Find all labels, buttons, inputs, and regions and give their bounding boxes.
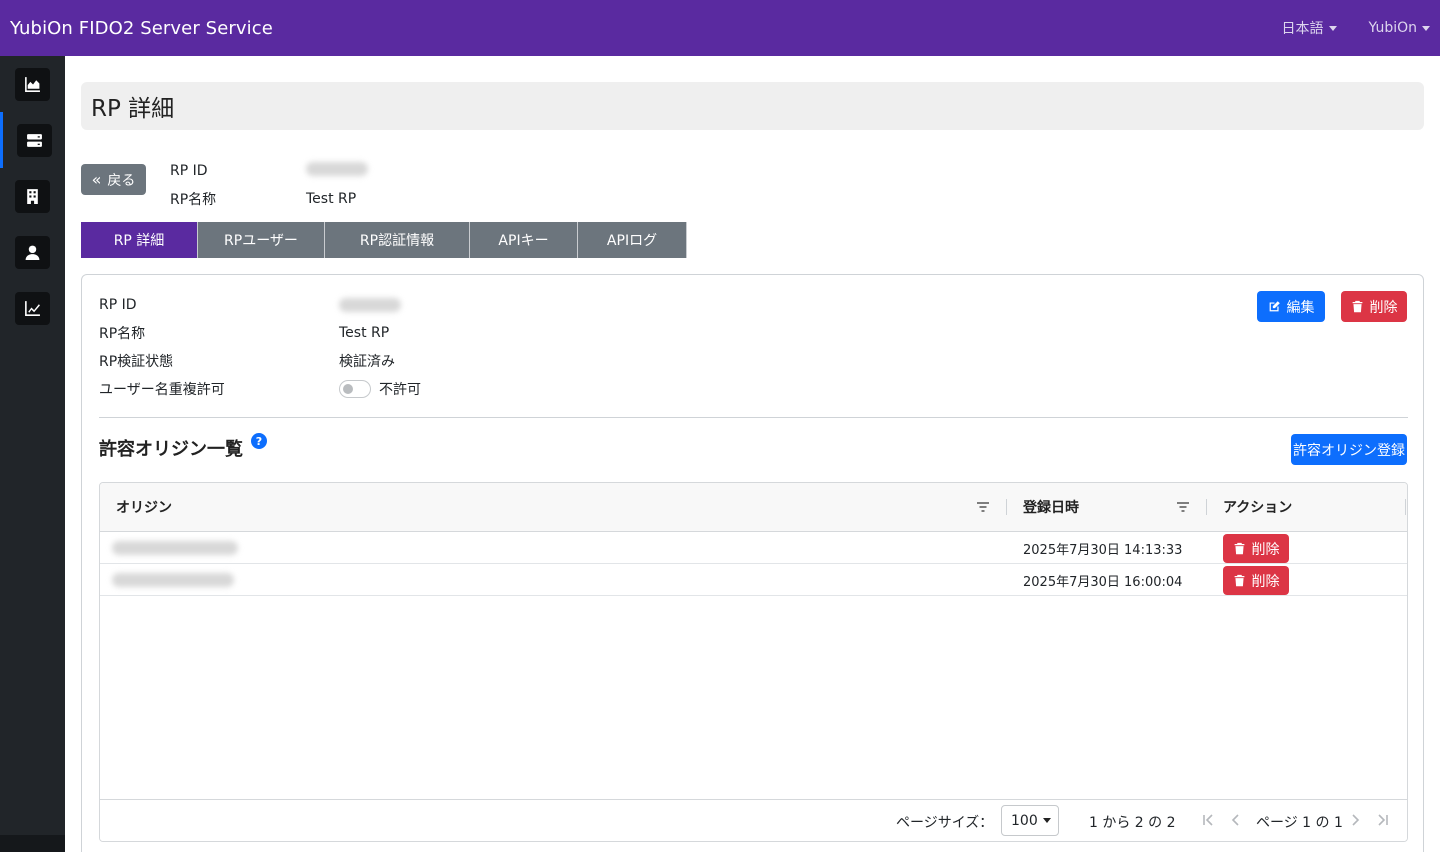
top-navbar: YubiOn FIDO2 Server Service 日本語 YubiOn — [0, 0, 1440, 56]
rp-verify-value: 検証済み — [339, 354, 395, 370]
sidebar-footer — [0, 835, 65, 852]
rp-id-value — [339, 298, 401, 312]
delete-rp-button[interactable]: 削除 — [1341, 291, 1407, 322]
rp-detail-list: RP ID RP名称 Test RP RP検証状態 検証済み ユーザー名重複許可… — [99, 291, 421, 403]
sidebar — [0, 56, 65, 852]
edit-button[interactable]: 編集 — [1257, 291, 1325, 322]
pen-square-icon — [1269, 301, 1280, 312]
app-title[interactable]: YubiOn FIDO2 Server Service — [10, 18, 273, 39]
page-title: RP 詳細 — [91, 96, 175, 122]
origins-grid: オリジン 登録日時 アクション 2025年7月30日 14:13:33 削除 2… — [99, 482, 1408, 842]
dup-username-label: ユーザー名重複許可 — [99, 382, 225, 398]
next-page-icon[interactable] — [1348, 813, 1362, 827]
origin-cell — [112, 564, 234, 596]
summary-rp-name-value: Test RP — [306, 191, 357, 207]
user-label: YubiOn — [1368, 20, 1418, 36]
trash-icon — [1234, 542, 1244, 555]
delete-origin-label: 削除 — [1251, 541, 1280, 558]
summary-rp-id-label: RP ID — [170, 163, 208, 179]
chevron-down-icon — [1422, 25, 1430, 31]
rp-name-label: RP名称 — [99, 326, 146, 342]
rp-name-value: Test RP — [339, 325, 390, 341]
tab-rp-detail[interactable]: RP 詳細 — [81, 222, 198, 258]
redacted-value — [306, 162, 368, 176]
chevron-down-icon — [1042, 818, 1051, 823]
chart-line-icon — [15, 291, 50, 325]
page-size-select[interactable]: 100 — [1001, 805, 1059, 836]
origins-section-title: 許容オリジン一覧 ? — [99, 433, 267, 461]
redacted-value — [112, 573, 234, 587]
tab-rp-users[interactable]: RPユーザー — [198, 222, 325, 258]
dup-username-toggle[interactable] — [339, 380, 371, 398]
back-button[interactable]: « 戻る — [81, 164, 146, 195]
user-icon — [15, 235, 50, 269]
column-header-action: アクション — [1223, 500, 1293, 516]
delete-rp-button-label: 削除 — [1369, 299, 1398, 316]
page-header: RP 詳細 — [81, 82, 1424, 130]
date-cell: 2025年7月30日 16:00:04 — [1023, 574, 1183, 590]
rp-verify-label: RP検証状態 — [99, 354, 174, 370]
table-row: 2025年7月30日 14:13:33 削除 — [100, 532, 1407, 564]
summary-rp-name-label: RP名称 — [170, 192, 217, 208]
trash-icon — [1352, 300, 1362, 313]
edit-button-label: 編集 — [1286, 299, 1315, 316]
chart-area-icon — [15, 67, 50, 101]
grid-header: オリジン 登録日時 アクション — [100, 483, 1407, 532]
grid-pagination: ページサイズ： 100 1 から 2 の 2 ページ 1 の 1 — [100, 799, 1407, 841]
building-icon — [15, 179, 50, 213]
origins-title: 許容オリジン一覧 — [99, 439, 243, 460]
page-size-value: 100 — [1011, 812, 1038, 829]
column-separator[interactable] — [1206, 499, 1207, 515]
sidebar-item-analytics[interactable] — [0, 280, 65, 336]
delete-origin-label: 削除 — [1251, 573, 1280, 590]
sidebar-item-organization[interactable] — [0, 168, 65, 224]
register-origin-button[interactable]: 許容オリジン登録 — [1291, 434, 1407, 465]
tab-rp-credentials[interactable]: RP認証情報 — [325, 222, 470, 258]
language-label: 日本語 — [1281, 21, 1324, 37]
row-range-summary: 1 から 2 の 2 — [1089, 815, 1176, 831]
filter-icon[interactable] — [976, 500, 990, 514]
first-page-icon[interactable] — [1201, 813, 1215, 827]
sidebar-item-rp[interactable] — [0, 112, 65, 168]
back-button-label: 戻る — [107, 172, 136, 189]
column-separator[interactable] — [1405, 499, 1406, 515]
server-icon — [16, 123, 52, 157]
chevron-down-icon — [1328, 25, 1337, 31]
last-page-icon[interactable] — [1376, 813, 1390, 827]
origin-cell — [112, 532, 238, 564]
tab-api-keys[interactable]: APIキー — [470, 222, 578, 258]
rp-detail-card: RP ID RP名称 Test RP RP検証状態 検証済み ユーザー名重複許可… — [81, 274, 1424, 852]
column-header-origin[interactable]: オリジン — [116, 483, 172, 531]
date-cell: 2025年7月30日 14:13:33 — [1023, 542, 1183, 558]
redacted-value — [339, 298, 401, 312]
user-dropdown[interactable]: YubiOn — [1368, 20, 1430, 36]
double-chevron-left-icon: « — [91, 169, 102, 189]
help-icon[interactable]: ? — [251, 433, 267, 449]
top-nav: 日本語 YubiOn — [1282, 18, 1430, 38]
rp-id-label: RP ID — [99, 297, 137, 313]
dup-username-value: 不許可 — [379, 382, 421, 398]
page-size-label: ページサイズ： — [896, 815, 994, 831]
previous-page-icon[interactable] — [1229, 813, 1243, 827]
language-dropdown[interactable]: 日本語 — [1282, 18, 1337, 38]
dup-username-setting: 不許可 — [339, 379, 421, 399]
table-row: 2025年7月30日 16:00:04 削除 — [100, 564, 1407, 596]
summary-rp-id-value — [306, 162, 368, 180]
sidebar-item-users[interactable] — [0, 224, 65, 280]
column-header-date[interactable]: 登録日時 — [1023, 483, 1079, 531]
trash-icon — [1234, 574, 1244, 587]
filter-icon[interactable] — [1176, 500, 1190, 514]
column-separator[interactable] — [1006, 499, 1007, 515]
rp-summary: RP ID RP名称 Test RP — [170, 157, 368, 213]
redacted-value — [112, 541, 238, 555]
register-origin-label: 許容オリジン登録 — [1293, 442, 1405, 459]
page-indicator: ページ 1 の 1 — [1256, 815, 1343, 831]
delete-origin-button[interactable]: 削除 — [1223, 566, 1289, 595]
sidebar-item-dashboard[interactable] — [0, 56, 65, 112]
tab-api-logs[interactable]: APIログ — [578, 222, 687, 258]
rp-tabs: RP 詳細 RPユーザー RP認証情報 APIキー APIログ — [81, 222, 687, 258]
section-divider — [99, 417, 1408, 418]
delete-origin-button[interactable]: 削除 — [1223, 534, 1289, 563]
